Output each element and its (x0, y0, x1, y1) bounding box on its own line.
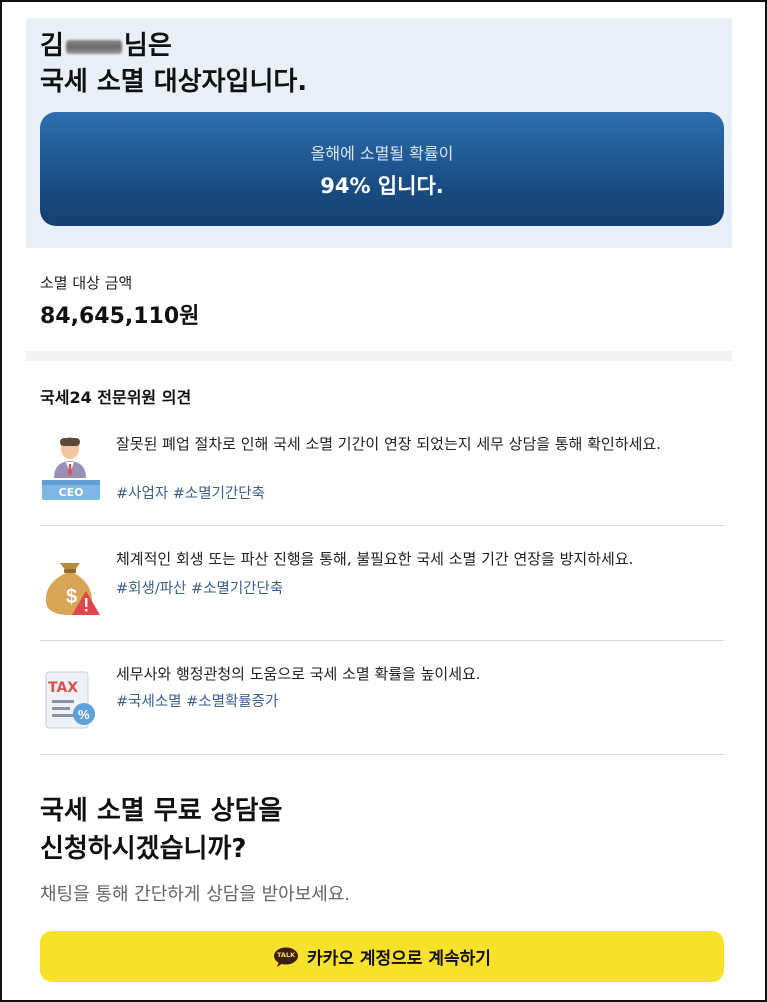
cta-title-line2: 신청하시겠습니까? (40, 834, 247, 864)
opinion-title: 국세24 전문위원 의견 (40, 388, 192, 407)
page-frame: 김 님은 국세 소멸 대상자입니다. 올해에 소멸될 확률이 94% 입니다. 소… (0, 0, 767, 1002)
probability-value: 94% 입니다. (320, 174, 444, 198)
probability-card: 올해에 소멸될 확률이 94% 입니다. (40, 112, 724, 226)
kakao-button-label: 카카오 계정으로 계속하기 (307, 949, 491, 969)
svg-text:$: $ (66, 586, 77, 608)
cta-subtitle: 채팅을 통해 간단하게 상담을 받아보세요. (40, 884, 351, 905)
tax-document-icon: % TAX (40, 670, 102, 732)
divider (40, 525, 724, 526)
opinion-item: $ 체계적인 회생 또는 파산 진행을 통해, 불필요한 국세 소멸 기간 연장… (40, 547, 724, 627)
amount-value: 84,645,110원 (40, 304, 200, 329)
opinion-tags[interactable]: #사업자 #소멸기간단축 (116, 482, 265, 503)
tax-icon-label: TAX (48, 680, 79, 696)
page-title: 국세 소멸 대상자입니다. (40, 67, 308, 97)
ceo-icon-label: CEO (58, 486, 84, 499)
opinion-text: 잘못된 폐업 절차로 인해 국세 소멸 기간이 연장 되었는지 세무 상담을 통… (116, 435, 661, 453)
opinion-item: % TAX 세무사와 행정관청의 도움으로 국세 소멸 확률을 높이세요. #국… (40, 662, 724, 742)
kakao-talk-icon: TALK (273, 947, 299, 967)
opinion-tags[interactable]: #회생/파산 #소멸기간단축 (116, 577, 283, 598)
cta-title: 국세 소멸 무료 상담을 신청하시겠습니까? (40, 792, 282, 868)
greeting-line: 김 님은 (40, 28, 172, 64)
probability-caption: 올해에 소멸될 확률이 (310, 144, 454, 163)
opinion-tags[interactable]: #국세소멸 #소멸확률증가 (116, 690, 278, 711)
ceo-icon: CEO (40, 434, 102, 500)
divider (40, 640, 724, 641)
masked-name (65, 39, 122, 54)
svg-text:%: % (78, 707, 90, 722)
opinion-item: CEO 잘못된 폐업 절차로 인해 국세 소멸 기간이 연장 되었는지 세무 상… (40, 432, 724, 512)
opinion-text: 세무사와 행정관청의 도움으로 국세 소멸 확률을 높이세요. (116, 665, 481, 683)
divider (40, 754, 724, 755)
cta-title-line1: 국세 소멸 무료 상담을 (40, 796, 283, 826)
money-bag-warning-icon: $ (40, 553, 102, 615)
name-suffix: 님은 (123, 31, 172, 61)
hero-section: 김 님은 국세 소멸 대상자입니다. 올해에 소멸될 확률이 94% 입니다. (26, 18, 732, 248)
name-prefix: 김 (40, 31, 64, 61)
kakao-login-button[interactable]: TALK 카카오 계정으로 계속하기 (40, 931, 724, 982)
opinion-text: 체계적인 회생 또는 파산 진행을 통해, 불필요한 국세 소멸 기간 연장을 … (116, 550, 634, 568)
kakao-talk-icon-text: TALK (276, 950, 296, 959)
amount-label: 소멸 대상 금액 (40, 274, 133, 292)
section-separator (26, 351, 732, 361)
